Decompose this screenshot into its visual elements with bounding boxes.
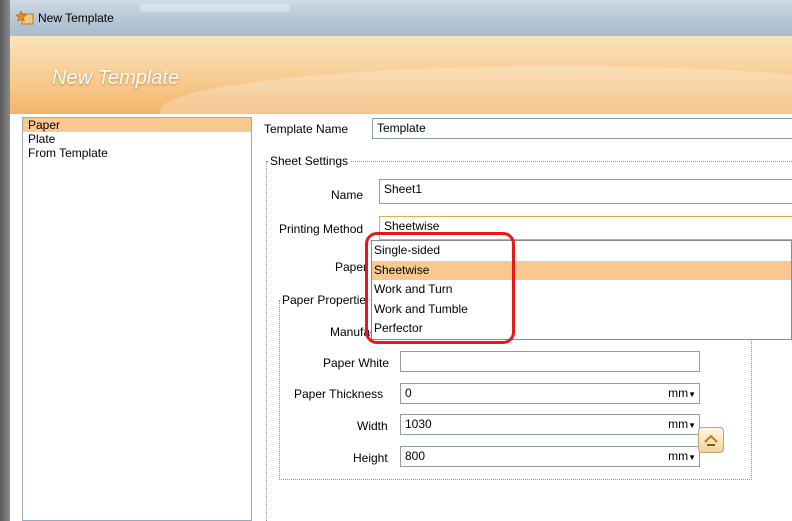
option-single-sided[interactable]: Single-sided	[372, 241, 791, 261]
option-work-and-turn[interactable]: Work and Turn	[372, 280, 791, 300]
width-input[interactable]: 1030 mm▼	[400, 414, 700, 435]
sheet-settings-title: Sheet Settings	[268, 154, 351, 168]
height-unit-value: mm	[668, 449, 689, 463]
category-list: Paper Plate From Template	[22, 117, 252, 521]
height-label: Height	[353, 451, 388, 465]
banner-wave	[160, 66, 792, 114]
nav-item-paper[interactable]: Paper	[23, 118, 251, 132]
template-name-input[interactable]: Template	[372, 118, 792, 139]
paper-label: Paper	[335, 260, 368, 274]
thickness-unit-value: mm	[668, 386, 689, 400]
option-sheetwise[interactable]: Sheetwise	[372, 260, 791, 280]
width-value: 1030	[405, 417, 432, 431]
desktop-background	[0, 0, 10, 521]
width-unit-select[interactable]: mm▼	[668, 415, 696, 434]
swap-dimensions-button[interactable]	[698, 427, 724, 453]
paper-white-input[interactable]	[400, 351, 700, 372]
option-work-and-tumble[interactable]: Work and Tumble	[372, 300, 791, 320]
printing-method-dropdown: Single-sided Sheetwise Work and Turn Wor…	[371, 240, 792, 340]
height-value: 800	[405, 449, 426, 463]
chevron-down-icon: ▼	[688, 453, 696, 462]
sheet-name-label: Name	[331, 188, 364, 202]
swap-dimensions-icon	[704, 434, 718, 446]
template-name-label: Template Name	[264, 122, 349, 136]
printing-method-select[interactable]: Sheetwise	[379, 216, 792, 240]
nav-item-plate[interactable]: Plate	[23, 132, 251, 146]
nav-item-from-template[interactable]: From Template	[23, 146, 251, 160]
window-title: New Template	[38, 11, 114, 25]
template-star-icon	[16, 11, 34, 25]
width-label: Width	[357, 419, 388, 433]
printing-method-label: Printing Method	[279, 222, 364, 236]
banner: New Template	[10, 36, 792, 114]
new-template-window: New Template New Template Paper Plate Fr…	[10, 0, 792, 521]
thickness-unit-select[interactable]: mm▼	[668, 384, 696, 403]
height-input[interactable]: 800 mm▼	[400, 446, 700, 467]
sheet-name-input[interactable]: Sheet1	[379, 179, 792, 204]
paper-thickness-value: 0	[405, 386, 412, 400]
title-bar-blur	[140, 4, 290, 12]
title-bar[interactable]: New Template	[10, 0, 792, 36]
paper-thickness-input[interactable]: 0 mm▼	[400, 383, 700, 404]
paper-thickness-label: Paper Thickness	[294, 387, 384, 401]
option-perfector[interactable]: Perfector	[372, 319, 791, 339]
paper-properties-title: Paper Propertie	[280, 293, 369, 307]
width-unit-value: mm	[668, 417, 689, 431]
height-unit-select[interactable]: mm▼	[668, 447, 696, 466]
chevron-down-icon: ▼	[688, 390, 696, 399]
chevron-down-icon: ▼	[688, 421, 696, 430]
banner-title: New Template	[52, 67, 180, 89]
paper-white-label: Paper White	[323, 356, 390, 370]
